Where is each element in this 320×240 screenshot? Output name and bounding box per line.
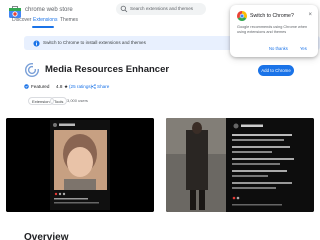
search-icon [120,5,128,13]
user-count: 3,000 users [67,98,88,103]
info-icon [33,39,40,47]
tab-themes[interactable]: Themes [60,17,78,23]
rating-value: 4.8 [56,84,63,89]
extension-title: Media Resources Enhancer [45,64,170,75]
close-icon[interactable]: × [308,12,312,18]
search-placeholder: Search extensions and themes [130,6,194,11]
dialog-title: Switch to Chrome? [250,13,294,19]
share-icon[interactable] [91,84,96,89]
yes-button[interactable]: Yes [300,46,307,51]
extension-logo-icon [24,62,40,78]
screenshot-1[interactable] [6,118,154,212]
instagram-video-screenshot-image [166,118,314,212]
featured-badge-icon [24,84,29,89]
search-input[interactable]: Search extensions and themes [116,3,206,15]
screenshot-2[interactable] [166,118,314,212]
banner-text: Switch to Chrome to install extensions a… [43,40,146,45]
dialog-body: Google recommends using Chrome when usin… [237,25,308,34]
switch-to-chrome-dialog: Switch to Chrome? × Google recommends us… [230,5,318,57]
overview-heading: Overview [24,232,69,240]
star-icon: ★ [64,84,69,89]
store-name[interactable]: chrome web store [25,7,73,13]
add-to-chrome-button[interactable]: Add to Chrome [258,65,294,76]
tab-discover[interactable]: Discover [12,17,31,23]
active-tab-indicator [32,26,54,28]
no-thanks-button[interactable]: No thanks [269,46,288,51]
chrome-logo-icon [237,11,247,21]
instagram-photo-screenshot-image [6,118,154,212]
tab-extensions[interactable]: Extensions [33,17,57,23]
share-link[interactable]: Share [97,84,109,89]
chip-tools[interactable]: Tools [50,97,68,105]
ratings-link[interactable]: (25 ratings) [69,84,92,89]
featured-label: Featured [31,84,50,89]
